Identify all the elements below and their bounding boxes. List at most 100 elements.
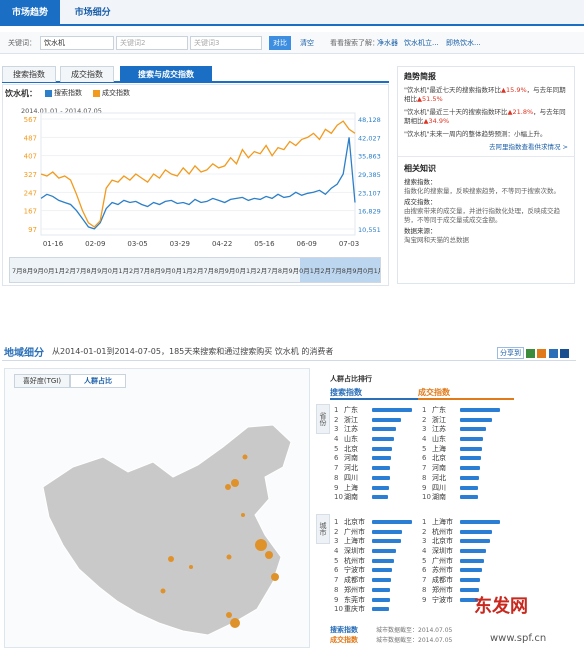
tab-market-segment[interactable]: 市场细分: [63, 0, 123, 26]
rank-row[interactable]: 3 江苏: [422, 425, 500, 435]
tab-deal-index[interactable]: 成交指数: [60, 66, 114, 82]
map-dot-guangdong[interactable]: [230, 618, 240, 628]
rank-panel: 人群占比排行 搜索指数 成交指数 省份 城市 1 广东 2 浙江 3 江苏 4 山东 5 北京 6 河…: [314, 368, 576, 648]
x-tick-label: 06-09: [297, 240, 317, 248]
rank-bar: [460, 475, 480, 480]
rank-row[interactable]: 3 上海市: [334, 537, 412, 547]
rank-number: 2: [334, 415, 339, 424]
china-map-shape: [42, 424, 292, 636]
rank-row[interactable]: 2 浙江: [334, 416, 412, 426]
rank-row[interactable]: 5 上海: [422, 445, 500, 455]
tab-market-trend[interactable]: 市场趋势: [0, 0, 61, 26]
rank-row[interactable]: 6 宁波市: [334, 566, 412, 576]
rank-row[interactable]: 10湖南: [422, 493, 500, 503]
region-title: 地域细分: [4, 348, 44, 359]
rank-row[interactable]: 6 苏州市: [422, 566, 500, 576]
rank-row[interactable]: 10重庆市: [334, 605, 412, 615]
rank-region-name: 湖南: [432, 493, 446, 502]
map-dot-jiangsu[interactable]: [255, 539, 267, 551]
rank-row[interactable]: 4 深圳市: [334, 547, 412, 557]
rank-row[interactable]: 4 山东: [422, 435, 500, 445]
trend-brief-title: 趋势简报: [404, 72, 436, 81]
map-dot-beijing[interactable]: [231, 479, 239, 487]
trend-chart-panel: 饮水机： 搜索指数 成交指数 2014.01.01 - 2014.07.05 5…: [2, 84, 389, 286]
rank-row[interactable]: 1 广东: [422, 406, 500, 416]
rank-row[interactable]: 5 杭州市: [334, 557, 412, 567]
map-dot-shanghai[interactable]: [265, 551, 273, 559]
map-tab-tgi[interactable]: 喜好度(TGI): [14, 374, 70, 388]
map-dot-henan[interactable]: [226, 554, 232, 560]
rank-row[interactable]: 7 成都市: [334, 576, 412, 586]
rank-number: 4: [334, 547, 339, 556]
map-tab-share[interactable]: 人群占比: [70, 374, 126, 388]
rank-row[interactable]: 4 山东: [334, 435, 412, 445]
right-tick-label: 48,128: [358, 116, 381, 124]
rank-row[interactable]: 1 上海市: [422, 518, 500, 528]
map-dot-liaoning[interactable]: [242, 454, 248, 460]
rank-row[interactable]: 1 北京市: [334, 518, 412, 528]
rank-bar: [460, 408, 500, 412]
map-dot-hebei[interactable]: [225, 484, 231, 490]
rank-row[interactable]: 6 河南: [334, 454, 412, 464]
region-subtitle: 从2014-01-01到2014-07-05，185天来搜索和通过搜索购买 饮水…: [52, 347, 334, 356]
map-dot-yunnan[interactable]: [160, 588, 166, 594]
x-tick-label: 01-16: [43, 240, 64, 248]
recommend-link-2[interactable]: 饮水机立...: [404, 38, 439, 48]
rank-row[interactable]: 7 成都市: [422, 576, 500, 586]
rank-row[interactable]: 5 广州市: [422, 557, 500, 567]
rank-row[interactable]: 9 上海: [334, 484, 412, 494]
rank-row[interactable]: 5 北京: [334, 445, 412, 455]
rank-region-name: 上海市: [432, 518, 453, 526]
keyword-input-1[interactable]: 饮水机: [40, 36, 114, 50]
rank-row[interactable]: 8 四川: [334, 474, 412, 484]
rank-number: 10: [422, 493, 431, 502]
rank-row[interactable]: 8 郑州市: [334, 586, 412, 596]
share-icon-3[interactable]: [548, 348, 558, 358]
share-icon-4[interactable]: [559, 348, 569, 358]
rank-region-name: 上海: [344, 483, 358, 492]
map-dot-shandong[interactable]: [241, 513, 245, 517]
rank-number: 5: [422, 444, 427, 453]
rank-row[interactable]: 3 江苏: [334, 425, 412, 435]
rank-row[interactable]: 2 浙江: [422, 416, 500, 426]
rank-row[interactable]: 8 河北: [422, 474, 500, 484]
recommend-link-1[interactable]: 净水器: [377, 38, 398, 48]
rank-row[interactable]: 2 广州市: [334, 528, 412, 538]
legend-deal-label: 成交指数: [102, 89, 130, 97]
rank-number: 8: [422, 585, 427, 594]
rank-number: 2: [334, 527, 339, 536]
rank-row[interactable]: 7 河北: [334, 464, 412, 474]
rank-row[interactable]: 1 广东: [334, 406, 412, 416]
keyword-input-2[interactable]: 关键词2: [116, 36, 188, 50]
share-icon-2[interactable]: [537, 348, 547, 358]
rank-region-name: 东莞市: [344, 595, 365, 604]
x-tick-label: 07-03: [339, 240, 359, 248]
ali-index-link[interactable]: 去阿里指数查看供求情况 >: [398, 143, 574, 152]
share-label[interactable]: 分享到: [497, 347, 524, 359]
rank-row[interactable]: 7 河南: [422, 464, 500, 474]
map-dot-chongqing[interactable]: [189, 565, 193, 569]
rank-region-name: 上海市: [344, 537, 365, 546]
rank-row[interactable]: 9 东莞市: [334, 596, 412, 606]
rank-bar: [372, 437, 394, 442]
keyword-input-3[interactable]: 关键词3: [190, 36, 262, 50]
tab-search-and-deal[interactable]: 搜索与成交指数: [120, 66, 212, 82]
compare-button[interactable]: 对比: [269, 36, 291, 50]
map-dot-guangzhou[interactable]: [226, 612, 232, 618]
rank-row[interactable]: 3 北京市: [422, 537, 500, 547]
clear-link[interactable]: 清空: [300, 38, 314, 48]
rank-row[interactable]: 2 杭州市: [422, 528, 500, 538]
rank-row[interactable]: 10湖南: [334, 493, 412, 503]
rank-row[interactable]: 4 深圳市: [422, 547, 500, 557]
rank-row[interactable]: 6 北京: [422, 454, 500, 464]
recommend-link-3[interactable]: 即热饮水...: [446, 38, 481, 48]
rank-bar: [372, 587, 391, 592]
tab-search-index[interactable]: 搜索指数: [2, 66, 56, 82]
legend-deal-swatch: [93, 90, 100, 97]
timeline-slider[interactable]: 7月8月9月0月1月2月7月8月9月0月1月2月7月8月9月0月1月2月7月8月…: [9, 257, 381, 283]
share-icon-1[interactable]: [526, 348, 536, 358]
chart-tabs: 搜索指数 成交指数 搜索与成交指数: [2, 66, 389, 83]
map-dot-sichuan[interactable]: [168, 556, 174, 562]
rank-row[interactable]: 9 四川: [422, 484, 500, 494]
map-dot-zhejiang[interactable]: [271, 573, 279, 581]
